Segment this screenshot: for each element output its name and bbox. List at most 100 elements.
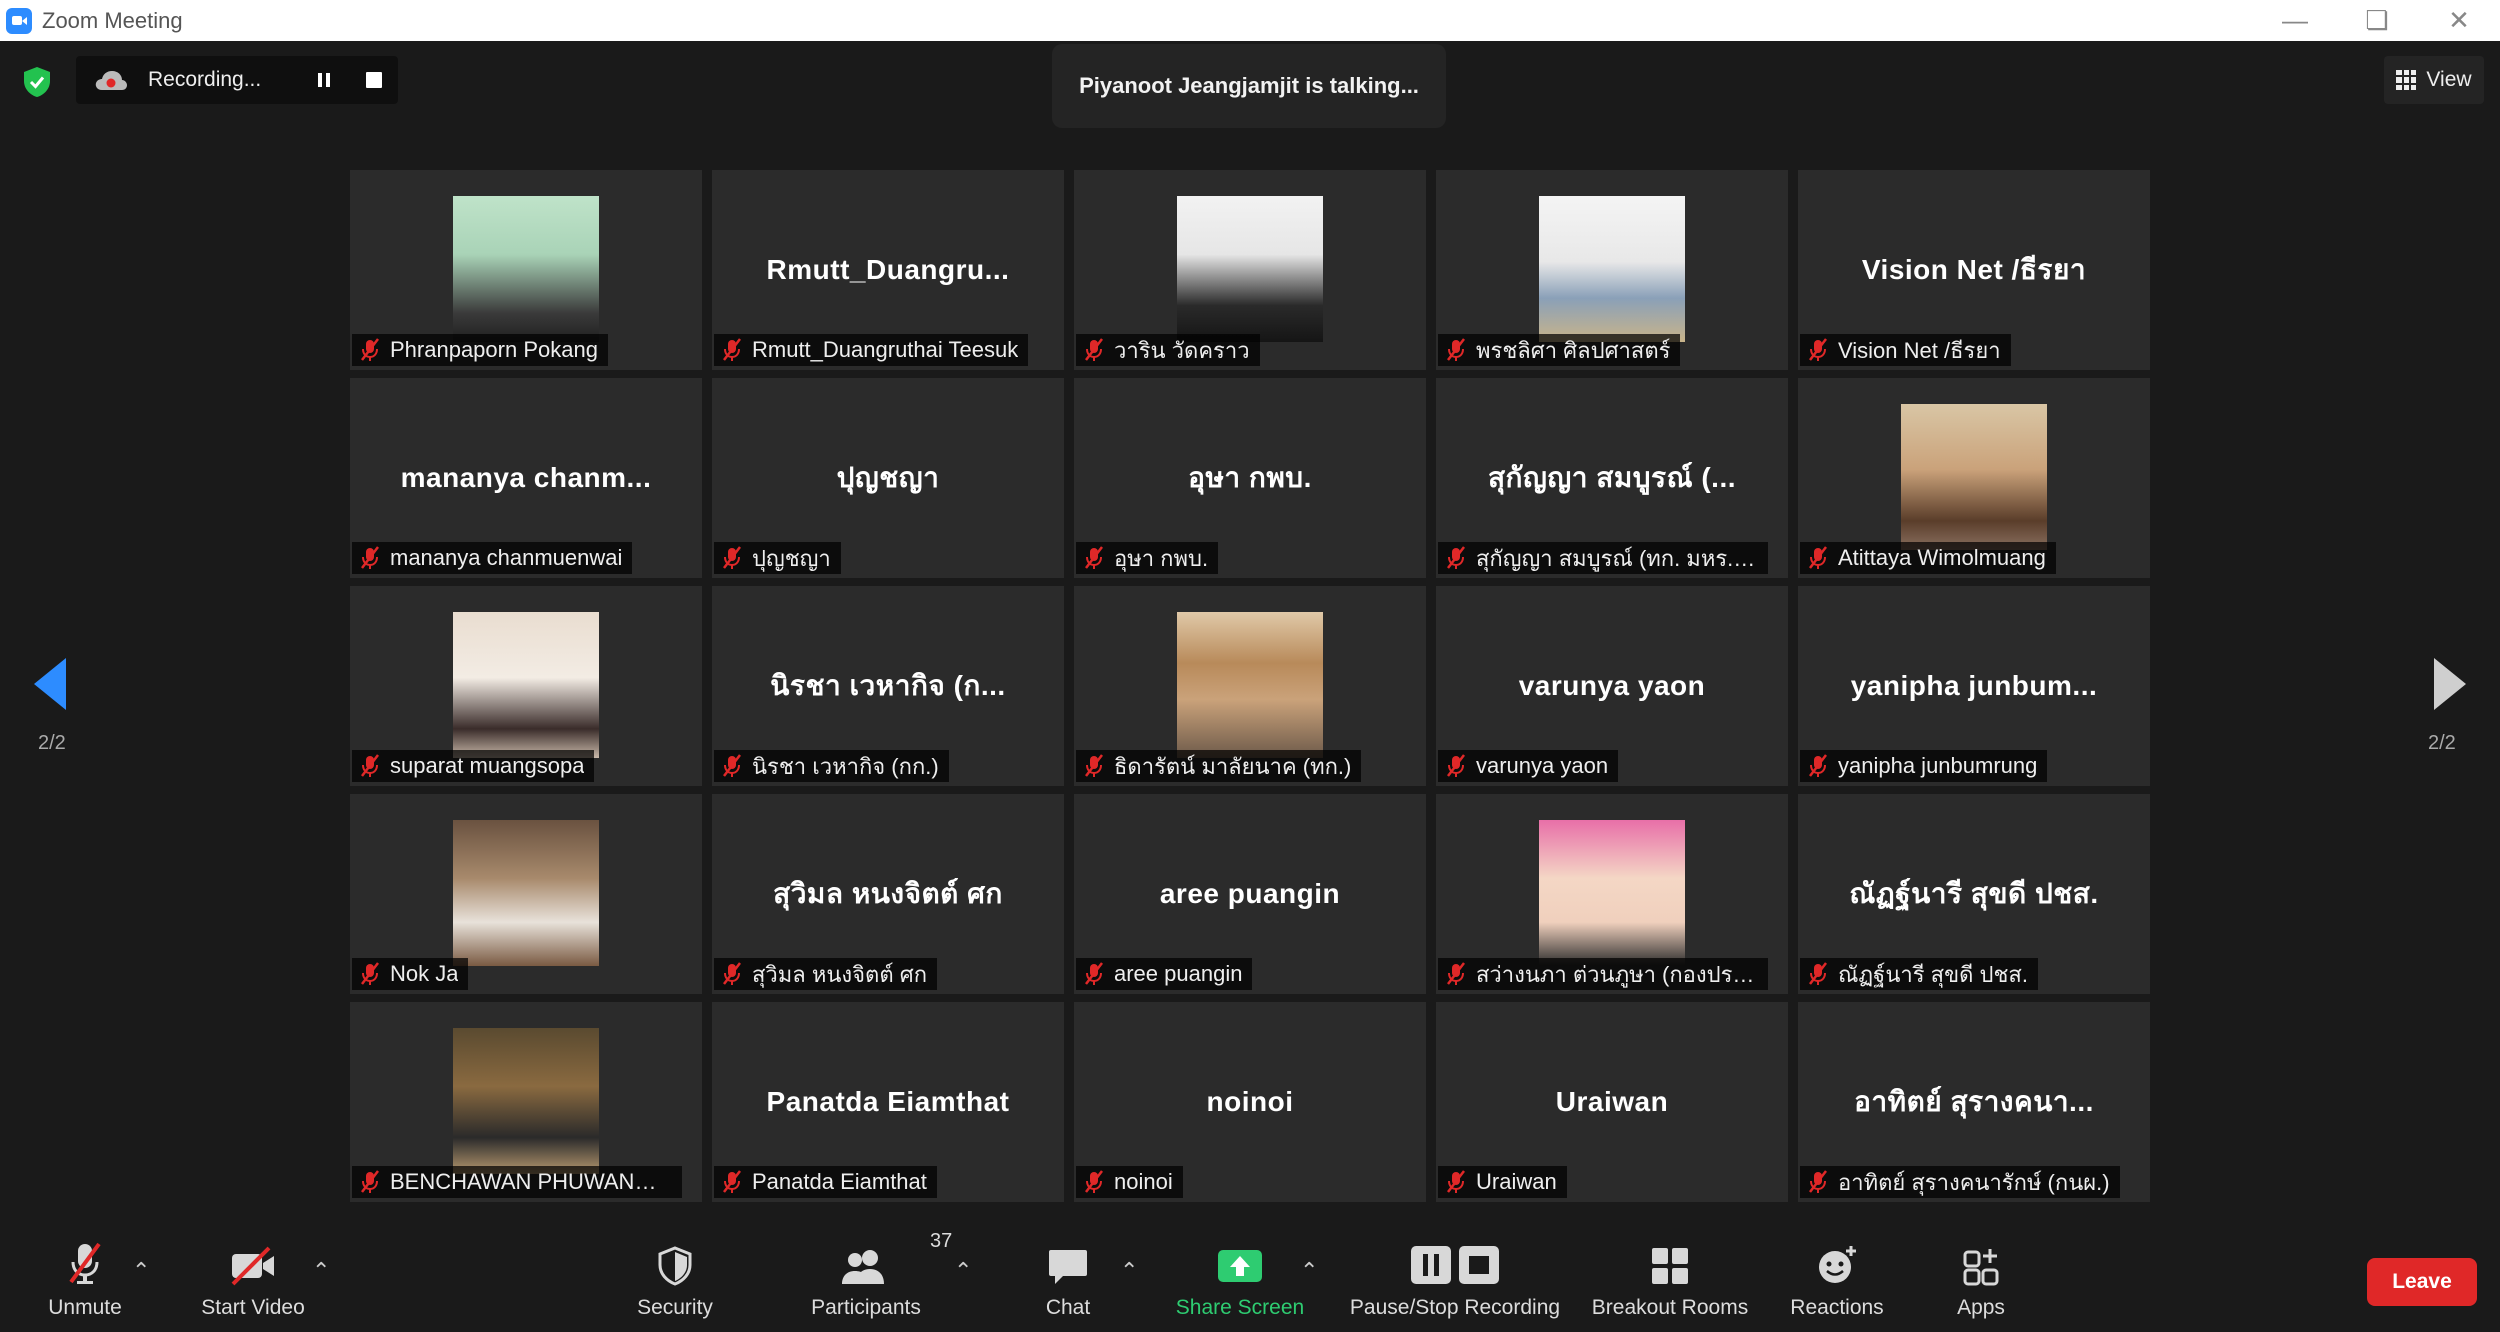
chat-button[interactable]: Chat bbox=[1030, 1228, 1106, 1332]
muted-microphone-icon bbox=[1447, 546, 1465, 569]
muted-microphone-icon bbox=[1447, 338, 1465, 361]
next-page-arrow-icon[interactable] bbox=[2434, 658, 2466, 710]
participants-button[interactable]: 37 Participants bbox=[806, 1228, 952, 1332]
audio-options-caret-icon[interactable]: ⌃ bbox=[132, 1258, 150, 1284]
chat-options-caret-icon[interactable]: ⌃ bbox=[1120, 1258, 1138, 1284]
participant-tile[interactable]: นิรชา เวหากิจ (ก... นิรชา เวหากิจ (กก.) bbox=[712, 586, 1064, 786]
participant-tile[interactable]: varunya yaon varunya yaon bbox=[1436, 586, 1788, 786]
zoom-app-icon bbox=[6, 7, 32, 34]
participants-icon bbox=[842, 1250, 884, 1284]
participant-name-tag: suparat muangsopa bbox=[352, 750, 595, 782]
participant-name-label: varunya yaon bbox=[1476, 753, 1609, 778]
reactions-button[interactable]: Reactions bbox=[1780, 1228, 1894, 1332]
pause-recording-icon[interactable] bbox=[316, 72, 332, 88]
participant-name-label: aree puangin bbox=[1114, 961, 1243, 986]
minimize-icon[interactable]: — bbox=[2254, 0, 2336, 41]
participant-tile[interactable]: Panatda Eiamthat Panatda Eiamthat bbox=[712, 1002, 1064, 1202]
participant-name-tag: Uraiwan bbox=[1438, 1166, 1567, 1198]
grid-view-icon bbox=[2396, 70, 2417, 90]
video-options-caret-icon[interactable]: ⌃ bbox=[312, 1258, 330, 1284]
participant-name-tag: สว่างนภา ต่วนภูษา (กองประชาสั... bbox=[1438, 958, 1768, 990]
participant-tile[interactable]: mananya chanm... mananya chanmuenwai bbox=[350, 378, 702, 578]
share-screen-button[interactable]: Share Screen bbox=[1170, 1228, 1310, 1332]
participant-name-label: ธิดารัตน์ มาลัยนาค (ทก.) bbox=[1114, 753, 1352, 779]
participant-tile[interactable]: Vision Net /ธีรยา Vision Net /ธีรยา bbox=[1798, 170, 2150, 370]
apps-icon bbox=[1963, 1249, 1999, 1286]
participant-name-tag: นิรชา เวหากิจ (กก.) bbox=[714, 750, 949, 782]
participant-name-tag: Phranpaporn Pokang bbox=[352, 334, 608, 366]
close-icon[interactable]: ✕ bbox=[2418, 0, 2500, 41]
muted-microphone-icon bbox=[361, 338, 379, 361]
participant-tile[interactable]: noinoi noinoi bbox=[1074, 1002, 1426, 1202]
apps-button[interactable]: Apps bbox=[1944, 1228, 2018, 1332]
apps-label: Apps bbox=[1957, 1296, 2005, 1319]
reactions-smiley-icon bbox=[1819, 1246, 1856, 1283]
participant-video-thumbnail bbox=[453, 612, 599, 758]
participant-video-thumbnail bbox=[1177, 612, 1323, 758]
muted-microphone-icon bbox=[1809, 962, 1827, 985]
participant-name-label: อุษา กพบ. bbox=[1114, 545, 1209, 571]
view-button[interactable]: View bbox=[2384, 56, 2484, 104]
breakout-rooms-button[interactable]: Breakout Rooms bbox=[1585, 1228, 1755, 1332]
breakout-rooms-icon bbox=[1652, 1248, 1688, 1284]
participants-options-caret-icon[interactable]: ⌃ bbox=[954, 1258, 972, 1284]
share-options-caret-icon[interactable]: ⌃ bbox=[1300, 1258, 1318, 1284]
security-label: Security bbox=[637, 1296, 713, 1319]
participant-tile[interactable]: ธิดารัตน์ มาลัยนาค (ทก.) bbox=[1074, 586, 1426, 786]
participant-tile[interactable]: suparat muangsopa bbox=[350, 586, 702, 786]
participant-tile[interactable]: Rmutt_Duangru... Rmutt_Duangruthai Teesuk bbox=[712, 170, 1064, 370]
participant-tile[interactable]: Phranpaporn Pokang bbox=[350, 170, 702, 370]
participant-tile[interactable]: อาทิตย์ สุรางคนา... อาทิตย์ สุรางคนารักษ์… bbox=[1798, 1002, 2150, 1202]
muted-microphone-icon bbox=[1085, 546, 1103, 569]
participant-name-label: mananya chanmuenwai bbox=[390, 545, 623, 570]
muted-microphone-icon bbox=[1085, 962, 1103, 985]
participant-tile[interactable]: BENCHAWAN PHUWANGT... bbox=[350, 1002, 702, 1202]
participant-tile[interactable]: อุษา กพบ. อุษา กพบ. bbox=[1074, 378, 1426, 578]
meeting-toolbar: Unmute ⌃ Start Video ⌃ Security 37 Parti… bbox=[0, 1228, 2500, 1332]
participant-tile[interactable]: สว่างนภา ต่วนภูษา (กองประชาสั... bbox=[1436, 794, 1788, 994]
participant-name-label: ณัฏฐ์นารี สุขดี ปชส. bbox=[1838, 961, 2028, 987]
participant-name-label: Phranpaporn Pokang bbox=[390, 337, 598, 362]
muted-microphone-icon bbox=[723, 338, 741, 361]
participant-name-label: สุกัญญา สมบูรณ์ (ทก. มหร.ธัญ... bbox=[1476, 545, 1758, 571]
participant-tile[interactable]: สุวิมล หนงจิตต์ ศก สุวิมล หนงจิตต์ ศก bbox=[712, 794, 1064, 994]
chat-bubble-icon bbox=[1049, 1250, 1087, 1284]
participant-tile[interactable]: วาริน วัดคราว bbox=[1074, 170, 1426, 370]
muted-microphone-icon bbox=[361, 962, 379, 985]
muted-microphone-icon bbox=[361, 1170, 379, 1193]
window-controls: — ❏ ✕ bbox=[2254, 0, 2500, 41]
participant-tile[interactable]: สุกัญญา สมบูรณ์ (... สุกัญญา สมบูรณ์ (ทก.… bbox=[1436, 378, 1788, 578]
security-shield-icon bbox=[658, 1246, 692, 1286]
participant-tile[interactable]: ณัฏฐ์นารี สุขดี ปชส. ณัฏฐ์นารี สุขดี ปชส. bbox=[1798, 794, 2150, 994]
reactions-label: Reactions bbox=[1790, 1296, 1884, 1319]
participant-tile[interactable]: พรชลิศา ศิลปศาสตร์ bbox=[1436, 170, 1788, 370]
participant-tile[interactable]: yanipha junbum... yanipha junbumrung bbox=[1798, 586, 2150, 786]
participant-name-label: noinoi bbox=[1114, 1169, 1173, 1194]
encryption-shield-icon[interactable] bbox=[22, 66, 52, 98]
participant-name-label: Vision Net /ธีรยา bbox=[1838, 337, 2001, 363]
muted-microphone-icon bbox=[1447, 754, 1465, 777]
participant-name-tag: Vision Net /ธีรยา bbox=[1800, 334, 2011, 366]
participant-tile[interactable]: aree puangin aree puangin bbox=[1074, 794, 1426, 994]
start-video-button[interactable]: Start Video bbox=[192, 1228, 314, 1332]
stop-recording-icon[interactable] bbox=[366, 72, 382, 88]
participant-name-tag: varunya yaon bbox=[1438, 750, 1619, 782]
unmute-button[interactable]: Unmute bbox=[30, 1228, 140, 1332]
muted-microphone-icon bbox=[1447, 1170, 1465, 1193]
restore-icon[interactable]: ❏ bbox=[2336, 0, 2418, 41]
participant-tile[interactable]: Uraiwan Uraiwan bbox=[1436, 1002, 1788, 1202]
previous-page-arrow-icon[interactable] bbox=[34, 658, 66, 710]
pause-stop-recording-button[interactable]: Pause/Stop Recording bbox=[1340, 1228, 1570, 1332]
muted-microphone-icon bbox=[361, 754, 379, 777]
share-screen-label: Share Screen bbox=[1175, 1296, 1305, 1319]
participant-tile[interactable]: ปุญชญา ปุญชญา bbox=[712, 378, 1064, 578]
participant-name-label: พรชลิศา ศิลปศาสตร์ bbox=[1476, 337, 1671, 363]
participant-name-tag: ณัฏฐ์นารี สุขดี ปชส. bbox=[1800, 958, 2038, 990]
security-button[interactable]: Security bbox=[630, 1228, 720, 1332]
participant-name-label: Panatda Eiamthat bbox=[752, 1169, 927, 1194]
leave-button[interactable]: Leave bbox=[2367, 1258, 2477, 1306]
participant-tile[interactable]: Atittaya Wimolmuang bbox=[1798, 378, 2150, 578]
participant-name-tag: พรชลิศา ศิลปศาสตร์ bbox=[1438, 334, 1681, 366]
participant-tile[interactable]: Nok Ja bbox=[350, 794, 702, 994]
participant-name-tag: Nok Ja bbox=[352, 958, 469, 990]
